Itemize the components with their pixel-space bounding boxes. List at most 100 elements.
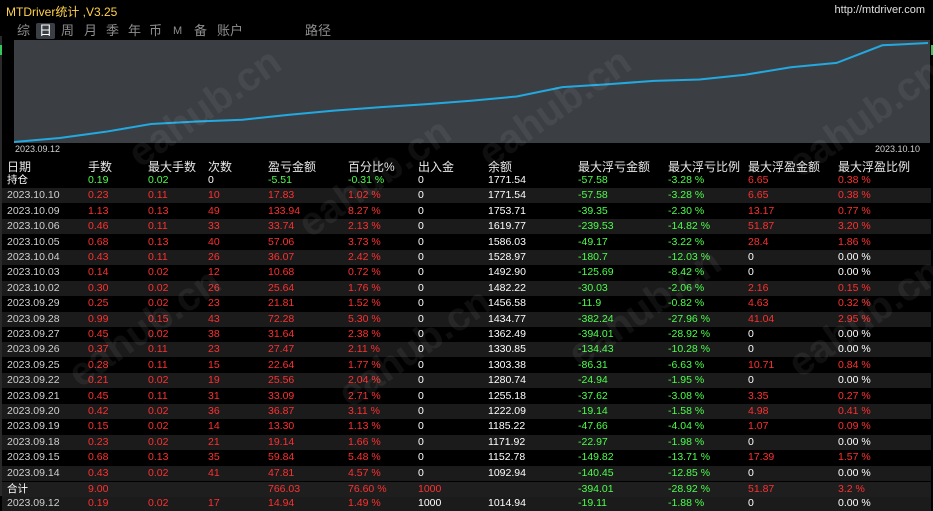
cell-pnl: 133.94 <box>268 205 301 217</box>
cell-max-float-profit-pct: 0.15 % <box>838 282 871 294</box>
cell-date: 2023.09.19 <box>7 420 60 432</box>
cell-max-float-loss: -37.62 <box>578 390 608 402</box>
cell-max-float-loss-pct: -10.28 % <box>668 343 711 355</box>
table-row[interactable]: 2023.10.02 0.30 0.02 26 25.64 1.76 % 0 1482.22 -… <box>2 281 931 296</box>
cell-lots: 0.19 <box>88 174 109 186</box>
cell-max-float-profit-pct: 0.00 % <box>838 374 871 386</box>
cell-lots: 0.42 <box>88 405 109 417</box>
header-lots[interactable]: 手数 <box>88 158 112 174</box>
cell-max-float-loss-pct: -12.85 % <box>668 467 711 479</box>
cell-deposit: 0 <box>418 236 424 248</box>
table-row[interactable]: 2023.09.28 0.99 0.15 43 72.28 5.30 % 0 1434.77 -… <box>2 312 931 327</box>
total-max-float-loss-pct: -28.92 % <box>668 483 711 495</box>
site-url[interactable]: http://mtdriver.com <box>835 4 925 16</box>
cell-date: 2023.10.03 <box>7 266 60 278</box>
cell-percent: 2.13 % <box>348 220 381 232</box>
tab-week[interactable]: 周 <box>61 23 74 39</box>
cell-count: 23 <box>208 297 220 309</box>
tab-note[interactable]: 备 <box>194 23 207 39</box>
cell-count: 15 <box>208 359 220 371</box>
cell-lots: 0.14 <box>88 266 109 278</box>
tab-m[interactable]: M <box>173 23 182 39</box>
table-row[interactable]: 2023.09.15 0.68 0.13 35 59.84 5.48 % 0 1152.78 -… <box>2 450 931 465</box>
cell-max-lots: 0.13 <box>148 451 169 463</box>
tab-day[interactable]: 日 <box>36 23 56 39</box>
cell-deposit: 0 <box>418 282 424 294</box>
tab-account[interactable]: 账户 <box>217 23 243 39</box>
cell-max-lots: 0.11 <box>148 251 168 263</box>
header-max-lots[interactable]: 最大手数 <box>148 158 196 174</box>
cell-balance: 1434.77 <box>488 313 526 325</box>
table-row[interactable]: 2023.10.03 0.14 0.02 12 10.68 0.72 % 0 1492.90 -… <box>2 265 931 280</box>
table-row[interactable]: 2023.09.29 0.25 0.02 23 21.81 1.52 % 0 1456.58 -… <box>2 296 931 311</box>
cell-lots: 0.68 <box>88 451 109 463</box>
cell-pnl: 59.84 <box>268 451 295 463</box>
cell-max-float-loss-pct: -2.30 % <box>668 205 705 217</box>
cell-lots: 0.45 <box>88 390 109 402</box>
cell-balance: 1152.78 <box>488 451 526 463</box>
table-row[interactable]: 2023.09.14 0.43 0.02 41 47.81 4.57 % 0 1092.94 -… <box>2 466 931 481</box>
tab-year[interactable]: 年 <box>128 23 141 39</box>
cell-max-lots: 0.02 <box>148 297 169 309</box>
cell-max-float-profit: 28.4 <box>748 236 769 248</box>
table-row[interactable]: 2023.09.19 0.15 0.02 14 13.30 1.13 % 0 1185.22 -… <box>2 419 931 434</box>
table-row[interactable]: 2023.10.04 0.43 0.11 26 36.07 2.42 % 0 1528.97 -… <box>2 250 931 265</box>
cell-count: 41 <box>208 467 220 479</box>
balance-chart-svg <box>14 42 929 143</box>
cell-pnl: 17.83 <box>268 189 295 201</box>
header-deposit[interactable]: 出入金 <box>418 158 454 174</box>
cell-count: 10 <box>208 189 220 201</box>
table-row[interactable]: 2023.09.22 0.21 0.02 19 25.56 2.04 % 0 1280.74 -… <box>2 373 931 388</box>
cell-deposit: 0 <box>418 436 424 448</box>
cell-max-float-loss-pct: -8.42 % <box>668 266 705 278</box>
cell-percent: 1.66 % <box>348 436 381 448</box>
cell-max-float-loss-pct: -1.95 % <box>668 374 705 386</box>
header-max-float-profit[interactable]: 最大浮盈金额 <box>748 158 820 174</box>
table-row[interactable]: 2023.09.21 0.45 0.11 31 33.09 2.71 % 0 1255.18 -… <box>2 389 931 404</box>
cell-max-float-profit-pct: 0.27 % <box>838 390 871 402</box>
header-max-float-loss[interactable]: 最大浮亏金额 <box>578 158 650 174</box>
tab-currency[interactable]: 币 <box>149 23 162 39</box>
header-date[interactable]: 日期 <box>7 158 31 174</box>
header-count[interactable]: 次数 <box>208 158 232 174</box>
cell-max-lots: 0.11 <box>148 343 168 355</box>
table-row[interactable]: 2023.09.20 0.42 0.02 36 36.87 3.11 % 0 1222.09 -… <box>2 404 931 419</box>
balance-line <box>14 42 929 143</box>
cell-max-lots: 0.11 <box>148 220 168 232</box>
cell-percent: 3.73 % <box>348 236 381 248</box>
cell-max-float-loss: -57.58 <box>578 189 608 201</box>
cell-count: 38 <box>208 328 220 340</box>
header-max-float-profit-pct[interactable]: 最大浮盈比例 <box>838 158 910 174</box>
cell-max-float-loss-pct: -4.04 % <box>668 420 705 432</box>
cell-lots: 1.13 <box>88 205 109 217</box>
table-row[interactable]: 2023.09.12 0.19 0.02 17 14.94 1.49 % 1000 1014.… <box>2 496 931 511</box>
table-row[interactable]: 2023.10.10 0.23 0.11 10 17.83 1.02 % 0 1771.54 -… <box>2 188 931 203</box>
table-row[interactable]: 2023.10.06 0.46 0.11 33 33.74 2.13 % 0 1619.77 -… <box>2 219 931 234</box>
table-row[interactable]: 2023.09.26 0.37 0.11 23 27.47 2.11 % 0 1330.85 -… <box>2 342 931 357</box>
cell-percent: 1.77 % <box>348 359 381 371</box>
chart-x-start-label: 2023.09.12 <box>15 144 61 154</box>
cell-count: 23 <box>208 343 220 355</box>
cell-count: 31 <box>208 390 220 402</box>
cell-max-float-profit-pct: 0.38 % <box>838 174 871 186</box>
edge-marker <box>0 45 2 55</box>
cell-percent: 8.27 % <box>348 205 381 217</box>
header-percent[interactable]: 百分比% <box>348 158 395 174</box>
cell-percent: 5.30 % <box>348 313 381 325</box>
period-tabs: 综 日 周 月 季 年 币 M 备 账户 路径 <box>0 22 933 40</box>
table-row[interactable]: 2023.09.25 0.28 0.11 15 22.64 1.77 % 0 1303.38 -… <box>2 358 931 373</box>
table-row[interactable]: 2023.10.05 0.68 0.13 40 57.06 3.73 % 0 1586.03 -… <box>2 235 931 250</box>
header-max-float-loss-pct[interactable]: 最大浮亏比例 <box>668 158 740 174</box>
open-position-row[interactable]: 持仓 0.19 0.02 0 -5.51 -0.31 % 0 1771.54 -57.58 -3.… <box>2 173 931 188</box>
cell-lots: 0.23 <box>88 436 109 448</box>
tab-quarter[interactable]: 季 <box>106 23 119 39</box>
table-row[interactable]: 2023.09.18 0.23 0.02 21 19.14 1.66 % 0 1171.92 -… <box>2 435 931 450</box>
cell-max-float-loss: -239.53 <box>578 220 614 232</box>
header-balance[interactable]: 余额 <box>488 158 512 174</box>
tab-path[interactable]: 路径 <box>305 23 331 39</box>
table-row[interactable]: 2023.10.09 1.13 0.13 49 133.94 8.27 % 0 1753.71… <box>2 204 931 219</box>
table-row[interactable]: 2023.09.27 0.45 0.02 38 31.64 2.38 % 0 1362.49 -… <box>2 327 931 342</box>
header-pnl[interactable]: 盈亏金额 <box>268 158 316 174</box>
tab-month[interactable]: 月 <box>84 23 97 39</box>
tab-summary[interactable]: 综 <box>17 23 30 39</box>
